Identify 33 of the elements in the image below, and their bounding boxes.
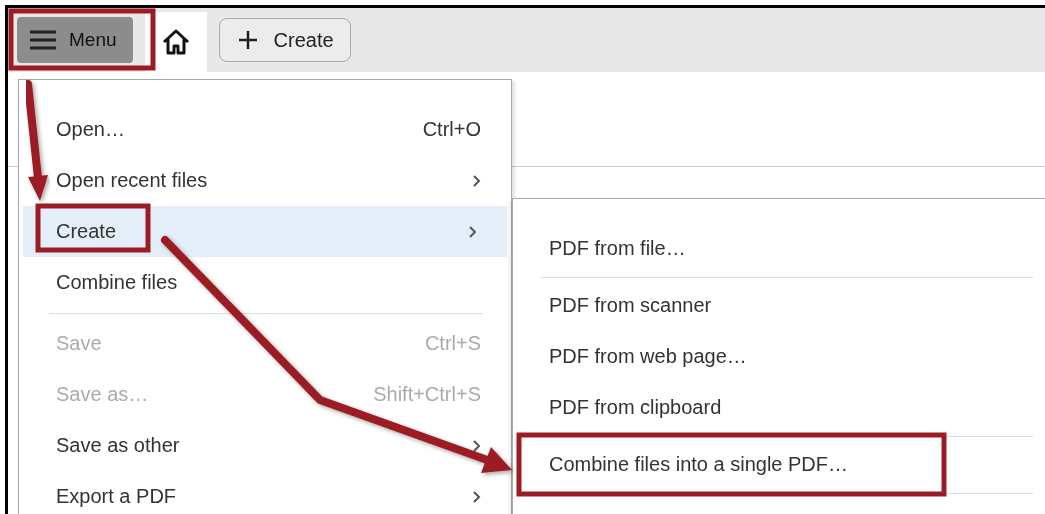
menu-item[interactable]: Open… Ctrl+O	[19, 104, 511, 155]
menu-item[interactable]: Create	[23, 206, 507, 257]
menu-item[interactable]: PDF from file…	[513, 223, 1045, 274]
menu-item-label: Save	[56, 332, 103, 355]
menu-item[interactable]: PDF from clipboard	[513, 382, 1045, 433]
menu-item-label: PDF from file…	[549, 237, 687, 260]
menu-item-label: PDF from web page…	[549, 345, 748, 368]
menu-item-label: Combine files	[56, 271, 179, 294]
menu-item-label: PDF from scanner	[549, 294, 713, 317]
menu-item-label: Create	[56, 220, 118, 243]
menu-item[interactable]: PDF from web page…	[513, 331, 1045, 382]
shortcut-label: Ctrl+S	[424, 332, 481, 355]
menu-item-label: Export a PDF	[56, 485, 178, 508]
menu-item-label: Open…	[56, 118, 126, 141]
hamburger-menu-icon	[29, 29, 57, 51]
create-button[interactable]: Create	[218, 18, 351, 62]
menu-item-label: Open recent files	[56, 169, 209, 192]
menu-item-label: Save as…	[56, 383, 150, 406]
menu-item[interactable]: Combine files into a single PDF…	[513, 439, 1045, 490]
menu-item[interactable]: Export a PDF	[19, 471, 511, 514]
menu-item[interactable]: PDF from scanner	[513, 280, 1045, 331]
menu-item-label: PDF from clipboard	[549, 396, 723, 419]
menu-item[interactable]: Combine files	[19, 257, 511, 308]
plus-icon	[237, 30, 258, 50]
menu-item-label: Save as other	[56, 434, 181, 457]
menu-item-label: Combine files into a single PDF…	[549, 453, 849, 476]
home-icon	[160, 28, 191, 56]
home-tab[interactable]	[144, 12, 207, 72]
menu-button[interactable]: Menu	[17, 17, 133, 63]
shortcut-label: Ctrl+O	[422, 118, 481, 141]
shortcut-label: Shift+Ctrl+S	[373, 383, 481, 406]
menu-item[interactable]: Open recent files	[19, 155, 511, 206]
menu-item[interactable]: Save as other	[19, 420, 511, 471]
